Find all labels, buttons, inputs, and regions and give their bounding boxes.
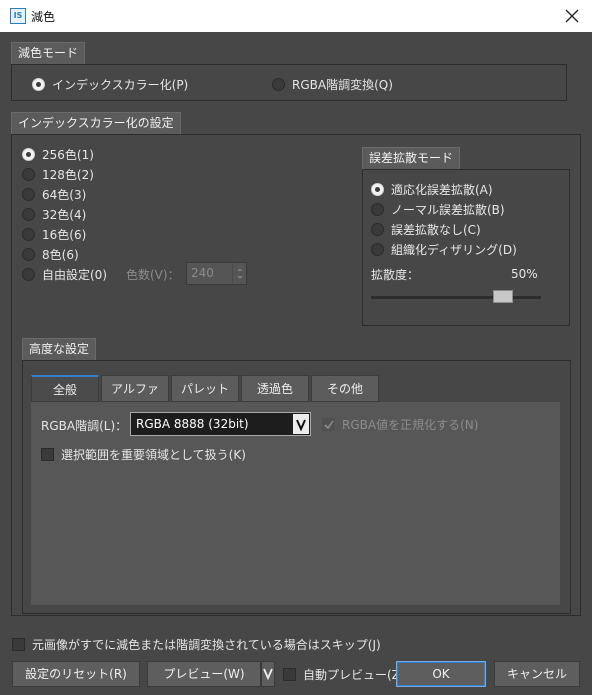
radio-label: 誤差拡散なし(C) xyxy=(391,222,481,237)
stepper-arrows-icon xyxy=(237,268,243,279)
rgba-depth-select[interactable]: RGBA 8888 (32bit) xyxy=(130,412,311,436)
radio-label: 組織化ディザリング(D) xyxy=(391,242,517,257)
advanced-group-title: 高度な設定 xyxy=(22,338,97,360)
radio-index-color[interactable]: インデックスカラー化(P) xyxy=(32,75,188,93)
radio-dot xyxy=(32,77,45,91)
tab-alpha[interactable]: アルファ xyxy=(101,375,169,402)
window-title: 減色 xyxy=(31,10,56,24)
radio-8-colors[interactable]: 8色(6) xyxy=(22,245,79,263)
radio-32-colors[interactable]: 32色(4) xyxy=(22,205,86,223)
index-group-title: インデックスカラー化の設定 xyxy=(11,112,181,134)
radio-dot xyxy=(22,267,35,281)
radio-ordered-dithering[interactable]: 組織化ディザリング(D) xyxy=(371,240,517,258)
radio-label: 32色(4) xyxy=(42,207,87,222)
radio-dot xyxy=(22,147,35,161)
radio-label: 256色(1) xyxy=(42,147,94,162)
radio-dot xyxy=(371,222,384,236)
radio-16-colors[interactable]: 16色(6) xyxy=(22,225,86,243)
tab-palette[interactable]: パレット xyxy=(171,375,239,402)
diffusion-group-title: 誤差拡散モード xyxy=(362,147,461,169)
auto-preview-checkbox[interactable]: 自動プレビュー(Z) xyxy=(283,665,405,683)
radio-label: 自由設定(0) xyxy=(42,267,107,282)
chevron-down-icon xyxy=(263,668,273,681)
checkbox-box xyxy=(283,667,296,681)
radio-rgba-conversion[interactable]: RGBA階調変換(Q) xyxy=(272,75,393,93)
radio-dot xyxy=(272,77,285,91)
rgba-depth-value: RGBA 8888 (32bit) xyxy=(136,417,249,431)
stepper-arrows[interactable] xyxy=(232,263,246,284)
radio-label: RGBA階調変換(Q) xyxy=(292,77,393,92)
mode-group-title: 減色モード xyxy=(11,42,86,64)
radio-dot xyxy=(22,207,35,221)
radio-label: 128色(2) xyxy=(42,167,94,182)
radio-no-diffusion[interactable]: 誤差拡散なし(C) xyxy=(371,220,481,238)
tab-transparent-color[interactable]: 透過色 xyxy=(241,375,309,402)
cancel-button[interactable]: キャンセル xyxy=(494,661,580,687)
radio-dot xyxy=(22,187,35,201)
app-icon: IS xyxy=(10,8,26,24)
checkbox-label: 自動プレビュー(Z) xyxy=(303,667,405,682)
slider-handle[interactable] xyxy=(493,290,513,303)
title-bar: IS 減色 xyxy=(0,0,592,32)
tab-other[interactable]: その他 xyxy=(311,375,379,402)
radio-64-colors[interactable]: 64色(3) xyxy=(22,185,86,203)
radio-label: 8色(6) xyxy=(42,247,79,262)
radio-label: ノーマル誤差拡散(B) xyxy=(391,202,505,217)
radio-label: 適応化誤差拡散(A) xyxy=(391,182,493,197)
close-icon xyxy=(565,9,579,23)
color-count-label: 色数(V)： xyxy=(126,268,180,282)
radio-dot xyxy=(371,242,384,256)
radio-256-colors[interactable]: 256色(1) xyxy=(22,145,94,163)
checkbox-box xyxy=(12,637,25,651)
rgba-depth-label: RGBA階調(L)： xyxy=(41,419,128,433)
diffusion-strength-slider[interactable] xyxy=(371,296,541,299)
radio-normal-diffusion[interactable]: ノーマル誤差拡散(B) xyxy=(371,200,505,218)
radio-label: 64色(3) xyxy=(42,187,87,202)
diffusion-strength-value: 50% xyxy=(511,267,538,281)
normalize-rgba-checkbox[interactable]: RGBA値を正規化する(N) xyxy=(322,415,478,433)
ok-button[interactable]: OK xyxy=(396,661,486,687)
checkbox-box xyxy=(322,417,335,431)
checkbox-box xyxy=(41,447,54,461)
radio-adaptive-diffusion[interactable]: 適応化誤差拡散(A) xyxy=(371,180,493,198)
skip-if-reduced-checkbox[interactable]: 元画像がすでに減色または階調変換されている場合はスキップ(J) xyxy=(12,635,381,653)
dropdown-button[interactable] xyxy=(293,414,309,434)
preview-button[interactable]: プレビュー(W) xyxy=(147,661,261,687)
color-count-value: 240 xyxy=(191,266,214,280)
preview-dropdown-button[interactable] xyxy=(261,661,275,687)
diffusion-strength-label: 拡散度： xyxy=(371,268,420,282)
checkbox-label: 元画像がすでに減色または階調変換されている場合はスキップ(J) xyxy=(32,637,381,652)
radio-dot xyxy=(371,182,384,196)
checkmark-icon xyxy=(324,420,334,429)
radio-dot xyxy=(22,247,35,261)
radio-custom-colors[interactable]: 自由設定(0) xyxy=(22,265,107,283)
reset-settings-button[interactable]: 設定のリセット(R) xyxy=(12,661,140,687)
radio-dot xyxy=(22,227,35,241)
tab-general[interactable]: 全般 xyxy=(31,375,99,402)
close-button[interactable] xyxy=(560,4,584,28)
checkbox-label: RGBA値を正規化する(N) xyxy=(342,417,479,432)
radio-label: 16色(6) xyxy=(42,227,87,242)
radio-128-colors[interactable]: 128色(2) xyxy=(22,165,94,183)
chevron-down-icon xyxy=(296,419,306,432)
radio-dot xyxy=(22,167,35,181)
radio-dot xyxy=(371,202,384,216)
checkbox-label: 選択範囲を重要領域として扱う(K) xyxy=(61,447,246,462)
selection-priority-checkbox[interactable]: 選択範囲を重要領域として扱う(K) xyxy=(41,445,246,463)
radio-label: インデックスカラー化(P) xyxy=(52,77,189,92)
color-count-stepper[interactable]: 240 xyxy=(186,262,247,285)
